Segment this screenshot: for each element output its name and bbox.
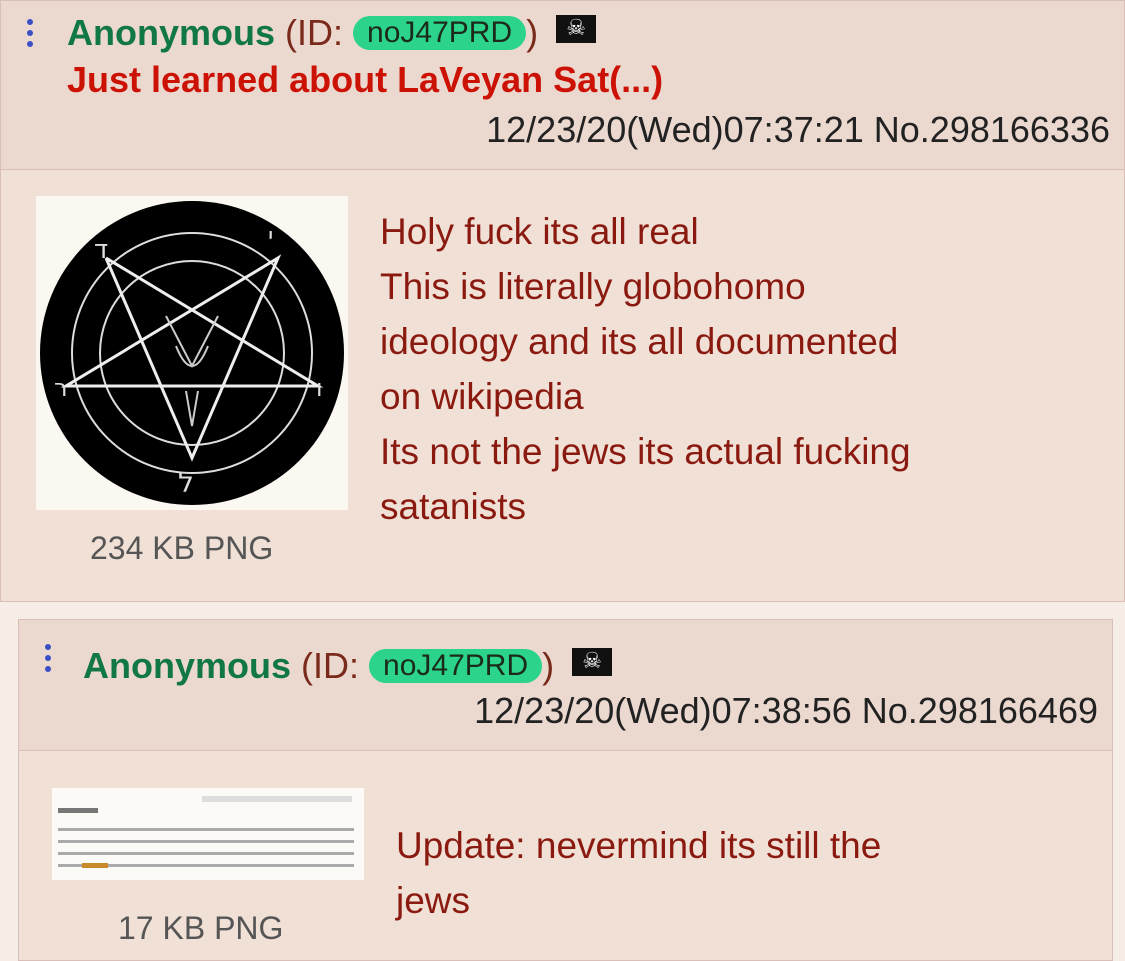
post-image-thumbnail[interactable] [52,788,364,880]
comment-line: Holy fuck its all real [380,211,699,252]
id-prefix: (ID: [285,12,344,53]
comment-line: This is literally globohomo [380,266,806,307]
svg-text:ר: ר [54,374,68,402]
poster-id-badge[interactable]: noJ47PRD [369,649,543,683]
pirate-flag-icon [556,15,597,43]
post-header: Anonymous (ID: noJ47PRD) 12/23/20(Wed)07… [19,620,1112,751]
post-header: Anonymous (ID: noJ47PRD) Just learned ab… [1,1,1124,170]
poster-name: Anonymous [83,645,292,686]
post-comment: Update: nevermind its still the jews [396,818,881,928]
post-menu-icon[interactable] [45,644,53,677]
sigil-of-baphomet-icon: ד י ר ו ל [40,201,344,505]
post-meta: 12/23/20(Wed)07:37:21 No.298166336 [486,109,1110,151]
post-datetime: 12/23/20(Wed)07:38:56 [474,690,852,731]
post-number[interactable]: No.298166469 [862,690,1098,731]
post-menu-icon[interactable] [27,19,35,52]
id-prefix: (ID: [301,645,360,686]
svg-text:ו: ו [316,374,323,402]
id-suffix: ) [526,12,539,53]
comment-line: Its not the jews its actual fucking [380,431,911,472]
comment-line: satanists [380,486,527,527]
file-size: 17 KB PNG [118,910,284,946]
post-comment: Holy fuck its all real This is literally… [380,204,911,534]
post-datetime: 12/23/20(Wed)07:37:21 [486,109,864,150]
post-subject: Just learned about LaVeyan Sat(...) [67,59,664,100]
file-size: 234 KB PNG [90,530,274,566]
poster-info: Anonymous (ID: noJ47PRD) [67,12,597,53]
comment-line: on wikipedia [380,376,584,417]
poster-id-badge[interactable]: noJ47PRD [353,16,527,50]
svg-text:ל: ל [178,466,194,499]
pirate-flag-icon [572,648,613,676]
id-suffix: ) [542,645,555,686]
poster-name: Anonymous [67,12,276,53]
comment-line: ideology and its all documented [380,321,899,362]
post-image-thumbnail[interactable]: ד י ר ו ל [36,196,348,510]
comment-line: Update: nevermind its still the [396,825,882,866]
svg-text:ד: ד [94,235,108,265]
poster-info: Anonymous (ID: noJ47PRD) [83,645,613,686]
wikipedia-screenshot-icon [52,788,364,880]
svg-text:י: י [268,222,273,250]
post-meta: 12/23/20(Wed)07:38:56 No.298166469 [474,690,1098,732]
post-number[interactable]: No.298166336 [874,109,1110,150]
comment-line: jews [396,880,471,921]
